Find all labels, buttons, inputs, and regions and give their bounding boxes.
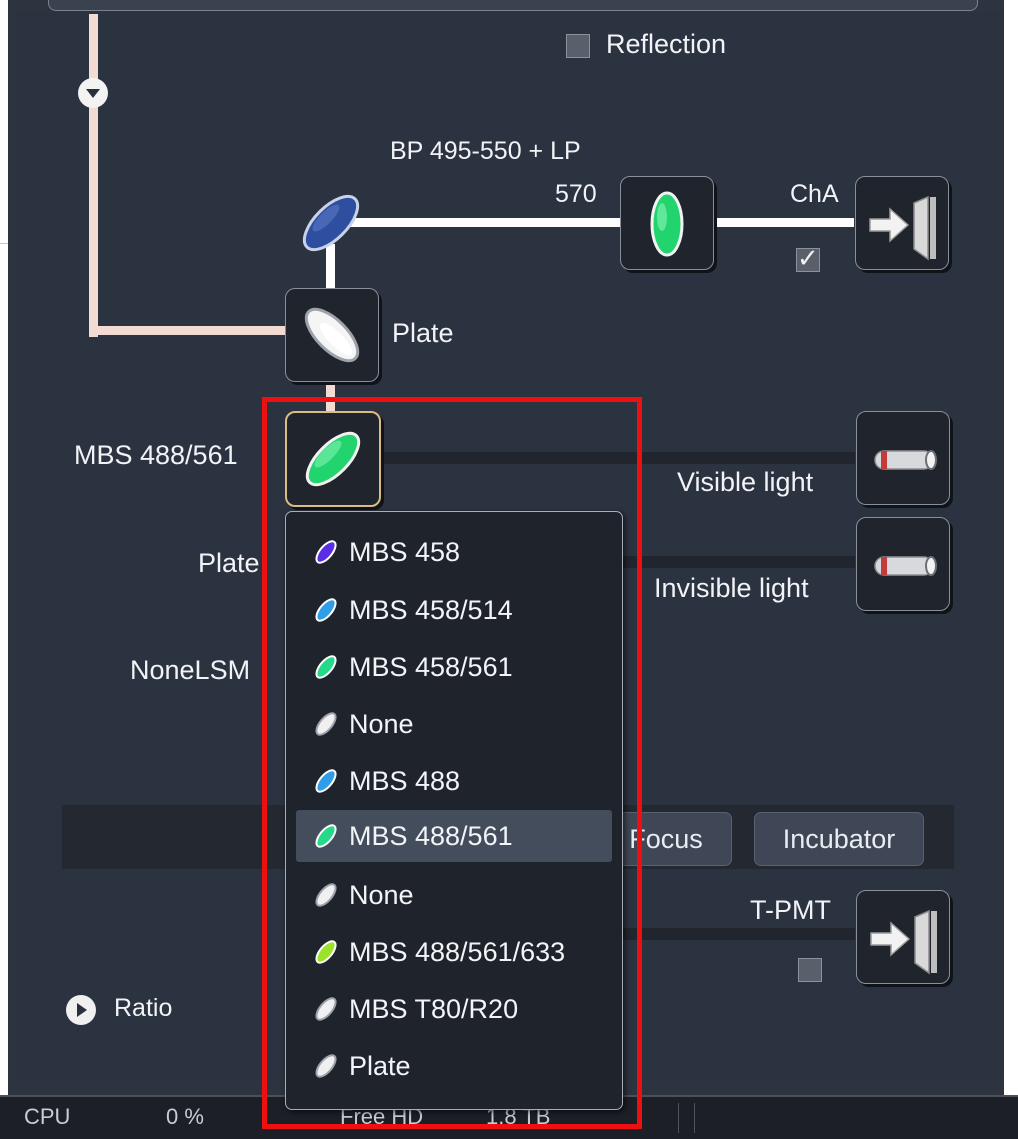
laser-tube-icon <box>874 450 937 470</box>
beam-to-mbs <box>326 380 335 414</box>
plate-beam-splitter-button[interactable] <box>285 288 379 382</box>
visible-light-track <box>377 452 855 464</box>
status-separator <box>694 1103 695 1133</box>
filter-oval-icon <box>315 769 337 793</box>
lightpath-app: Reflection BP 495-550 + LP 570 ChA ✓ Pla… <box>0 0 1018 1139</box>
filter-oval-icon <box>315 712 337 736</box>
dropdown-item[interactable]: MBS 458 <box>296 526 612 578</box>
channel-a-detector-button[interactable] <box>855 176 949 270</box>
status-separator <box>678 1103 679 1133</box>
play-circle-icon[interactable] <box>66 995 96 1025</box>
panel-top-edge <box>48 0 978 11</box>
dropdown-item[interactable]: MBS 488 <box>296 755 612 807</box>
filter-oval-icon <box>315 940 337 964</box>
dropdown-item-selected[interactable]: MBS 488/561 <box>296 810 612 862</box>
dropdown-item[interactable]: None <box>296 698 612 750</box>
plate-row-label: Plate <box>198 548 260 578</box>
invisible-light-label: Invisible light <box>654 573 809 603</box>
dichroic-mirror-icon[interactable] <box>296 188 366 258</box>
dropdown-item-label: None <box>349 880 414 910</box>
mbs-filter-icon <box>305 431 361 487</box>
filter-oval-icon <box>315 997 337 1021</box>
filter-oval-icon <box>315 824 337 848</box>
filter-oval-icon <box>315 1054 337 1078</box>
invisible-light-button[interactable] <box>856 517 950 611</box>
dropdown-item-label: MBS 488/561/633 <box>349 937 566 967</box>
laser-beam-vertical <box>89 14 98 337</box>
dropdown-item[interactable]: MBS T80/R20 <box>296 983 612 1035</box>
dropdown-item-label: MBS 488 <box>349 766 461 796</box>
tpmt-label: T-PMT <box>750 895 831 925</box>
dropdown-item-label: MBS 458 <box>349 537 461 567</box>
chevron-down-circle-icon[interactable] <box>78 78 108 108</box>
ratio-label[interactable]: Ratio <box>114 994 172 1023</box>
invisible-light-track <box>620 556 855 568</box>
emission-beam-horizontal <box>340 218 622 227</box>
main-beam-splitter-label: MBS 488/561 <box>74 440 238 470</box>
cpu-value: 0 % <box>166 1104 204 1129</box>
reflection-checkbox[interactable] <box>566 34 590 58</box>
page-margin <box>1004 0 1018 1095</box>
laser-beam-horizontal <box>89 326 289 335</box>
reflection-label: Reflection <box>606 29 727 59</box>
emission-filter-button[interactable] <box>620 176 714 270</box>
plate-icon <box>304 307 360 363</box>
filter-oval-icon <box>315 598 337 622</box>
filter-oval-icon <box>315 883 337 907</box>
dropdown-item-label: None <box>349 709 414 739</box>
cpu-label: CPU <box>24 1104 71 1129</box>
laser-tube-icon <box>874 556 937 576</box>
channel-a-checkbox[interactable]: ✓ <box>796 243 820 273</box>
none-lsm-label: NoneLSM <box>130 655 251 685</box>
detector-arrow-icon <box>870 909 937 975</box>
divider <box>0 243 8 244</box>
visible-light-label: Visible light <box>677 467 814 497</box>
main-beam-splitter-button[interactable] <box>285 411 381 507</box>
tpmt-checkbox[interactable] <box>798 958 822 982</box>
dropdown-item-label: MBS T80/R20 <box>349 994 519 1024</box>
dropdown-item[interactable]: MBS 458/561 <box>296 641 612 693</box>
tpmt-detector-button[interactable] <box>856 890 950 984</box>
tpmt-track <box>620 928 855 940</box>
channel-a-label: ChA <box>790 180 839 208</box>
dropdown-item-label: MBS 488/561 <box>349 821 513 851</box>
green-filter-icon <box>650 191 684 257</box>
dropdown-item-label: Plate <box>349 1051 411 1081</box>
dropdown-item[interactable]: MBS 458/514 <box>296 584 612 636</box>
detector-arrow-icon <box>869 195 936 261</box>
filter-oval-icon <box>315 655 337 679</box>
visible-light-button[interactable] <box>856 411 950 505</box>
emission-filter-label: BP 495-550 + LP <box>390 137 581 165</box>
dropdown-item[interactable]: MBS 488/561/633 <box>296 926 612 978</box>
emission-beam-to-detector <box>712 218 854 227</box>
dropdown-item-label: MBS 458/561 <box>349 652 513 682</box>
checkmark-icon: ✓ <box>797 243 819 273</box>
mbs-dropdown-menu: MBS 458 MBS 458/514 MBS 458/561 None MBS… <box>285 511 623 1110</box>
plate-label: Plate <box>392 318 454 348</box>
emission-filter-value-label: 570 <box>555 180 597 208</box>
incubator-button[interactable]: Incubator <box>754 812 924 866</box>
dropdown-item-label: MBS 458/514 <box>349 595 513 625</box>
filter-oval-icon <box>315 540 337 564</box>
dropdown-item[interactable]: Plate <box>296 1040 612 1092</box>
dropdown-item[interactable]: None <box>296 869 612 921</box>
